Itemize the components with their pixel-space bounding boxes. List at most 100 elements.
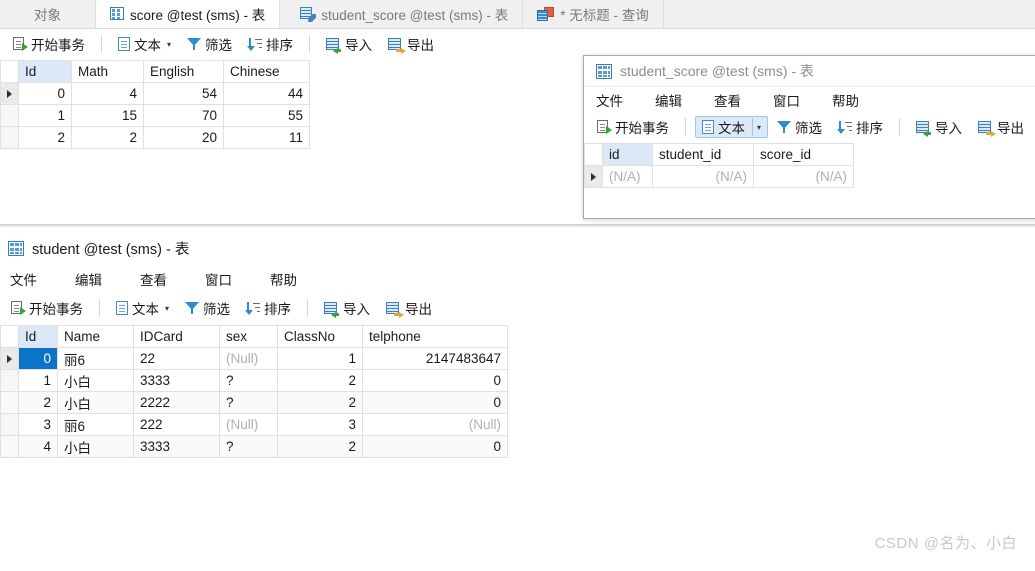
export-button[interactable]: 导出 (971, 116, 1031, 138)
cell-sex[interactable]: (Null) (219, 347, 278, 370)
cell-id[interactable]: 3 (18, 413, 58, 436)
cell-name[interactable]: 丽6 (57, 413, 134, 436)
menu-help[interactable]: 帮助 (268, 268, 299, 290)
tab-objects[interactable]: 对象 (0, 0, 96, 28)
column-header-student-id[interactable]: student_id (652, 143, 754, 166)
column-header-id[interactable]: Id (18, 60, 72, 83)
menu-view[interactable]: 查看 (712, 89, 743, 111)
row-indicator[interactable] (0, 391, 19, 414)
text-button[interactable]: 文本 ▾ (111, 33, 178, 55)
table-row[interactable]: 2 2 20 11 (0, 126, 310, 149)
column-header-name[interactable]: Name (57, 325, 134, 348)
cell-sex[interactable]: ? (219, 391, 278, 414)
row-indicator[interactable] (0, 82, 19, 105)
cell-idcard[interactable]: 3333 (133, 435, 220, 458)
column-header-classno[interactable]: ClassNo (277, 325, 363, 348)
sort-button[interactable]: 排序 (239, 297, 298, 319)
filter-button[interactable]: 筛选 (178, 297, 237, 319)
cell-classno[interactable]: 3 (277, 413, 363, 436)
column-header-telphone[interactable]: telphone (362, 325, 508, 348)
cell-sex[interactable]: ? (219, 369, 278, 392)
row-indicator[interactable] (0, 435, 19, 458)
tab-untitled-query[interactable]: * 无标题 - 查询 (523, 0, 664, 28)
cell-classno[interactable]: 2 (277, 435, 363, 458)
column-header-math[interactable]: Math (71, 60, 144, 83)
table-row[interactable]: 1 15 70 55 (0, 104, 310, 127)
begin-transaction-button[interactable]: 开始事务 (6, 33, 92, 55)
cell-math[interactable]: 2 (71, 126, 144, 149)
cell-sex[interactable]: (Null) (219, 413, 278, 436)
export-button[interactable]: 导出 (381, 33, 441, 55)
menu-edit[interactable]: 编辑 (73, 268, 104, 290)
cell-telphone[interactable]: 0 (362, 391, 508, 414)
begin-transaction-button[interactable]: 开始事务 (4, 297, 90, 319)
row-indicator[interactable] (0, 369, 19, 392)
column-header-sex[interactable]: sex (219, 325, 278, 348)
cell-id[interactable]: 1 (18, 104, 72, 127)
cell-telphone[interactable]: (Null) (362, 413, 508, 436)
chevron-down-icon[interactable]: ▾ (167, 40, 171, 49)
student-grid[interactable]: Id Name IDCard sex ClassNo telphone 0 丽6… (0, 325, 508, 458)
row-indicator[interactable] (0, 126, 19, 149)
window-title-bar[interactable]: student @test (sms) - 表 (0, 232, 1035, 264)
cell-chinese[interactable]: 11 (223, 126, 310, 149)
table-row[interactable]: 0 丽6 22 (Null) 1 2147483647 (0, 347, 508, 370)
cell-student-id[interactable]: (N/A) (652, 165, 754, 188)
cell-id[interactable]: 0 (18, 82, 72, 105)
cell-chinese[interactable]: 44 (223, 82, 310, 105)
cell-name[interactable]: 丽6 (57, 347, 134, 370)
student-score-grid[interactable]: id student_id score_id (N/A) (N/A) (N/A) (584, 143, 854, 188)
menu-edit[interactable]: 编辑 (653, 89, 684, 111)
cell-id[interactable]: 2 (18, 126, 72, 149)
cell-chinese[interactable]: 55 (223, 104, 310, 127)
cell-classno[interactable]: 2 (277, 369, 363, 392)
cell-idcard[interactable]: 3333 (133, 369, 220, 392)
column-header-score-id[interactable]: score_id (753, 143, 854, 166)
export-button[interactable]: 导出 (379, 297, 439, 319)
table-row[interactable]: 0 4 54 44 (0, 82, 310, 105)
filter-button[interactable]: 筛选 (770, 116, 829, 138)
cell-id[interactable]: 2 (18, 391, 58, 414)
text-button[interactable]: 文本 ▾ (695, 116, 769, 138)
column-header-idcard[interactable]: IDCard (133, 325, 220, 348)
column-header-id[interactable]: Id (18, 325, 58, 348)
table-row[interactable]: (N/A) (N/A) (N/A) (584, 165, 854, 188)
table-row[interactable]: 1 小白 3333 ? 2 0 (0, 369, 508, 392)
cell-english[interactable]: 54 (143, 82, 224, 105)
cell-score-id[interactable]: (N/A) (753, 165, 854, 188)
menu-window[interactable]: 窗口 (203, 268, 234, 290)
cell-id[interactable]: 0 (18, 347, 58, 370)
row-indicator[interactable] (0, 413, 19, 436)
row-indicator[interactable] (0, 104, 19, 127)
table-row[interactable]: 3 丽6 222 (Null) 3 (Null) (0, 413, 508, 436)
menu-help[interactable]: 帮助 (830, 89, 861, 111)
cell-classno[interactable]: 1 (277, 347, 363, 370)
begin-transaction-button[interactable]: 开始事务 (590, 116, 676, 138)
text-button[interactable]: 文本 ▾ (109, 297, 176, 319)
chevron-down-icon[interactable]: ▾ (752, 118, 761, 136)
score-grid[interactable]: Id Math English Chinese 0 4 54 44 1 15 7… (0, 60, 310, 149)
sort-button[interactable]: 排序 (241, 33, 300, 55)
import-button[interactable]: 导入 (317, 297, 377, 319)
import-button[interactable]: 导入 (319, 33, 379, 55)
cell-name[interactable]: 小白 (57, 391, 134, 414)
table-row[interactable]: 4 小白 3333 ? 2 0 (0, 435, 508, 458)
cell-english[interactable]: 20 (143, 126, 224, 149)
cell-telphone[interactable]: 0 (362, 369, 508, 392)
cell-telphone[interactable]: 0 (362, 435, 508, 458)
menu-window[interactable]: 窗口 (771, 89, 802, 111)
cell-sex[interactable]: ? (219, 435, 278, 458)
cell-english[interactable]: 70 (143, 104, 224, 127)
column-header-id[interactable]: id (602, 143, 653, 166)
column-header-english[interactable]: English (143, 60, 224, 83)
window-title-bar[interactable]: student_score @test (sms) - 表 (584, 56, 1035, 87)
sort-button[interactable]: 排序 (831, 116, 890, 138)
cell-name[interactable]: 小白 (57, 435, 134, 458)
menu-file[interactable]: 文件 (594, 89, 625, 111)
cell-idcard[interactable]: 222 (133, 413, 220, 436)
menu-file[interactable]: 文件 (8, 268, 39, 290)
cell-idcard[interactable]: 22 (133, 347, 220, 370)
filter-button[interactable]: 筛选 (180, 33, 239, 55)
chevron-down-icon[interactable]: ▾ (165, 304, 169, 313)
student-score-window[interactable]: student_score @test (sms) - 表 文件 编辑 查看 窗… (583, 55, 1035, 219)
